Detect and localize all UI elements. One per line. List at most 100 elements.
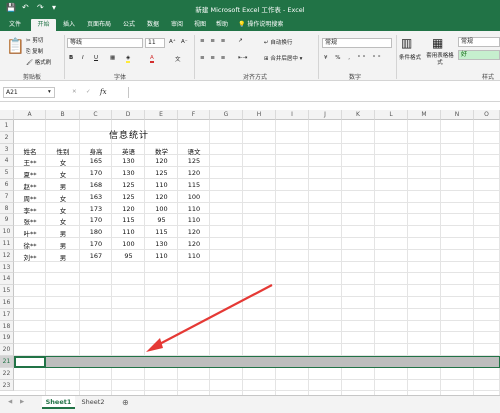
merge-center-button[interactable]: ⊞ 合并后居中 ▾ [264, 54, 302, 62]
phonetic-icon[interactable]: 文 [175, 55, 181, 63]
table-cell[interactable]: 赵** [14, 181, 46, 191]
row-header[interactable]: 18 [0, 320, 14, 333]
table-cell[interactable]: 165 [80, 157, 112, 165]
table-cell[interactable]: 周** [14, 193, 46, 203]
table-cell[interactable]: 王** [14, 157, 46, 167]
column-header[interactable]: A [14, 110, 46, 120]
row-header[interactable]: 2 [0, 131, 14, 144]
row-header[interactable]: 11 [0, 238, 14, 250]
row-header[interactable]: 7 [0, 190, 14, 203]
table-cell[interactable]: 110 [145, 181, 178, 189]
row-header[interactable]: 13 [0, 261, 14, 274]
table-header-cell[interactable]: 语文 [178, 146, 210, 156]
column-header[interactable]: B [46, 110, 80, 120]
table-cell[interactable]: 168 [80, 181, 112, 189]
italic-icon[interactable]: I [82, 55, 84, 61]
table-cell[interactable]: 120 [178, 169, 210, 177]
worksheet-grid[interactable]: A B C D E F G H I J K L M N O 1 2 3 4 5 6 7 8 9 10 11 12 13 14 15 16 17… [0, 110, 500, 395]
paste-icon[interactable]: 📋 [6, 37, 25, 55]
table-cell[interactable]: 170 [80, 216, 112, 224]
style-good[interactable]: 好 [458, 50, 500, 60]
tab-help[interactable]: 帮助 [211, 19, 233, 31]
row-header[interactable]: 22 [0, 367, 14, 380]
row-header[interactable]: 6 [0, 179, 14, 191]
column-header[interactable]: M [408, 110, 441, 120]
row-header[interactable]: 10 [0, 226, 14, 238]
cancel-icon[interactable]: ✕ [72, 89, 77, 95]
table-cell[interactable]: 115 [145, 228, 178, 236]
borders-icon[interactable]: ▦ [110, 55, 115, 61]
table-cell[interactable]: 115 [178, 181, 210, 189]
fill-color-icon[interactable]: ◈ [126, 55, 131, 63]
table-cell[interactable]: 徐** [14, 240, 46, 250]
column-header[interactable]: K [342, 110, 375, 120]
table-cell[interactable]: 女 [46, 216, 80, 226]
table-header-cell[interactable]: 数学 [145, 146, 178, 156]
column-header[interactable]: E [145, 110, 178, 120]
column-header[interactable]: J [309, 110, 342, 120]
table-cell[interactable]: 125 [145, 169, 178, 177]
table-cell[interactable]: 夏** [14, 169, 46, 179]
row-header[interactable]: 20 [0, 344, 14, 356]
table-cell[interactable]: 125 [112, 193, 145, 201]
conditional-format-button[interactable]: 条件格式 [399, 53, 421, 61]
column-header[interactable]: O [474, 110, 500, 120]
horizontal-align-icons[interactable]: ≡ ≡ ≡ [200, 55, 227, 61]
row-header[interactable]: 4 [0, 155, 14, 168]
table-format-icon[interactable]: ▦ [432, 36, 443, 50]
next-sheet-icon[interactable]: ▶ [20, 399, 24, 405]
conditional-format-icon[interactable]: ▥ [401, 36, 412, 50]
font-size-select[interactable]: 11 [145, 38, 165, 48]
tab-review[interactable]: 审阅 [166, 19, 188, 31]
bold-icon[interactable]: B [69, 55, 73, 61]
row-header[interactable]: 3 [0, 143, 14, 156]
table-cell[interactable]: 120 [178, 240, 210, 248]
decrease-font-size-icon[interactable]: A⁻ [181, 39, 188, 45]
row-header[interactable]: 23 [0, 379, 14, 392]
table-cell[interactable]: 100 [112, 240, 145, 248]
table-cell[interactable]: 110 [178, 205, 210, 213]
style-normal[interactable]: 常规 [458, 37, 500, 47]
table-header-cell[interactable]: 身高 [80, 146, 112, 156]
table-cell[interactable]: 95 [112, 252, 145, 260]
table-header-cell[interactable]: 性别 [46, 146, 80, 156]
tab-page-layout[interactable]: 页面布局 [82, 19, 116, 31]
table-cell[interactable]: 180 [80, 228, 112, 236]
table-cell[interactable]: 李** [14, 205, 46, 215]
active-cell-a21[interactable] [14, 356, 46, 368]
table-cell[interactable]: 125 [112, 181, 145, 189]
prev-sheet-icon[interactable]: ◀ [8, 399, 12, 405]
table-cell[interactable]: 167 [80, 252, 112, 260]
table-cell[interactable]: 130 [112, 169, 145, 177]
selected-row-21[interactable] [14, 356, 500, 368]
tab-formulas[interactable]: 公式 [118, 19, 140, 31]
tab-home[interactable]: 开始 [31, 19, 56, 31]
row-header[interactable]: 1 [0, 120, 14, 132]
row-header[interactable]: 14 [0, 273, 14, 286]
row-header[interactable]: 17 [0, 308, 14, 321]
table-header-cell[interactable]: 英语 [112, 146, 145, 156]
column-header[interactable]: F [178, 110, 210, 120]
table-cell[interactable]: 110 [145, 252, 178, 260]
table-header-cell[interactable]: 姓名 [14, 146, 46, 156]
table-cell[interactable]: 120 [145, 193, 178, 201]
table-cell[interactable]: 130 [112, 157, 145, 165]
row-header[interactable]: 21 [0, 356, 14, 368]
insert-function-icon[interactable]: fx [100, 88, 107, 96]
table-cell[interactable]: 110 [112, 228, 145, 236]
format-as-table-button[interactable]: 套用表格格式 [426, 53, 454, 67]
formula-input[interactable] [128, 87, 500, 98]
table-cell[interactable]: 男 [46, 252, 80, 262]
column-header[interactable]: L [375, 110, 408, 120]
name-box-dropdown-icon[interactable]: ▾ [48, 89, 51, 95]
table-cell[interactable]: 110 [178, 216, 210, 224]
column-header[interactable]: C [80, 110, 112, 120]
column-header[interactable]: H [243, 110, 276, 120]
number-format-icons[interactable]: ¥ % , ⁰⁰ ⁰⁰ [324, 55, 383, 61]
row-header[interactable]: 16 [0, 297, 14, 309]
table-cell[interactable]: 115 [112, 216, 145, 224]
sheet-tab-sheet1[interactable]: Sheet1 [42, 396, 75, 409]
tab-view[interactable]: 视图 [189, 19, 211, 31]
table-cell[interactable]: 女 [46, 193, 80, 203]
format-painter-button[interactable]: 🖌 格式刷 [26, 58, 51, 66]
